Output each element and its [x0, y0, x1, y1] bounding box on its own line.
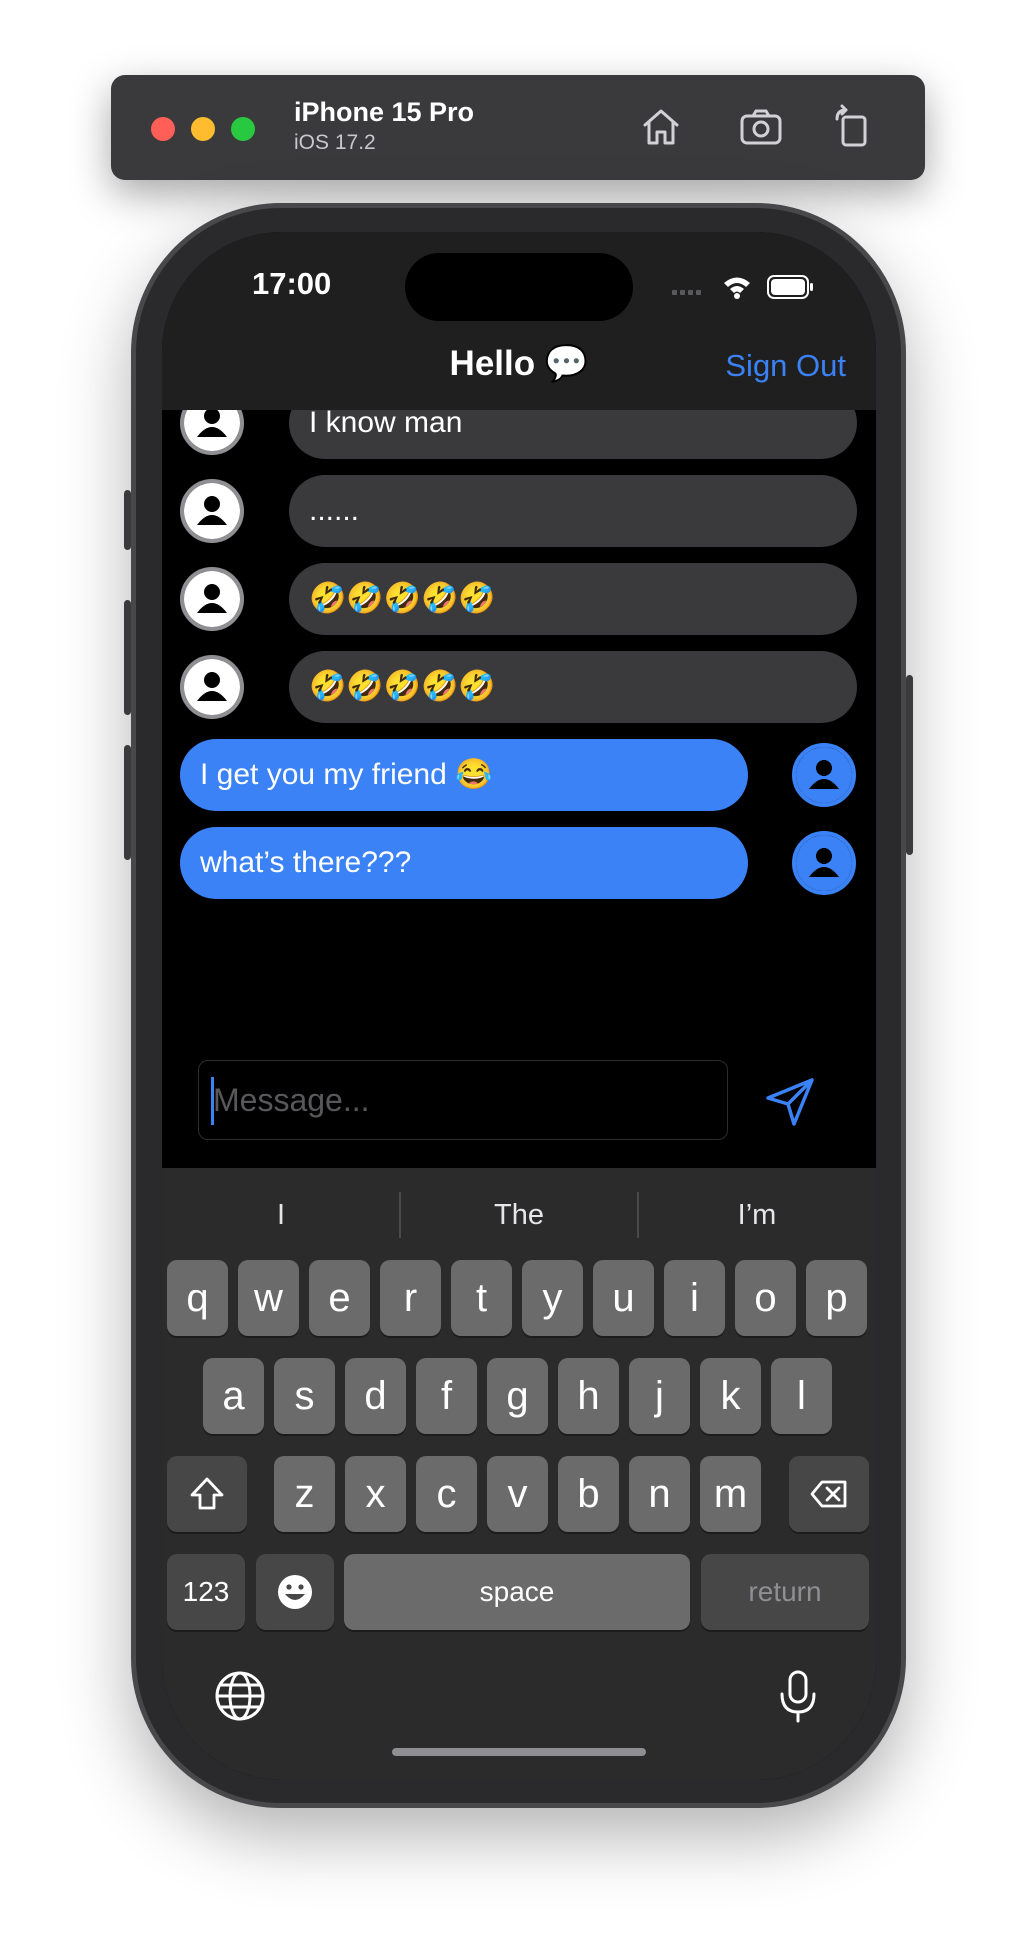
message-bubble[interactable]: I know man	[289, 410, 857, 459]
key-t[interactable]: t	[451, 1260, 512, 1336]
home-indicator[interactable]	[392, 1748, 646, 1756]
avatar-icon	[792, 743, 856, 807]
status-icons	[672, 275, 813, 299]
delete-icon	[810, 1480, 847, 1508]
key-s[interactable]: s	[274, 1358, 335, 1434]
message-list[interactable]: I know man ...... 🤣🤣🤣🤣🤣 🤣🤣🤣🤣🤣 I get you …	[162, 410, 876, 1055]
numbers-key[interactable]: 123	[167, 1554, 245, 1630]
key-k[interactable]: k	[700, 1358, 761, 1434]
simulator-toolbar: iPhone 15 Pro iOS 17.2	[111, 75, 925, 180]
minimize-window-button[interactable]	[191, 117, 215, 141]
paper-plane-icon[interactable]	[762, 1072, 818, 1128]
avatar-icon	[180, 479, 244, 543]
signal-icon	[672, 290, 701, 295]
key-j[interactable]: j	[629, 1358, 690, 1434]
message-input[interactable]: Message...	[198, 1060, 728, 1140]
status-time: 17:00	[252, 266, 332, 301]
close-window-button[interactable]	[151, 117, 175, 141]
navigation-bar: 17:00 Hello 💬 Sign Out	[162, 232, 876, 410]
screenshot-icon[interactable]	[737, 103, 785, 151]
message-bubble[interactable]: 🤣🤣🤣🤣🤣	[289, 563, 857, 635]
message-bubble[interactable]: ......	[289, 475, 857, 547]
globe-icon[interactable]	[212, 1668, 268, 1724]
return-key[interactable]: return	[701, 1554, 869, 1630]
wifi-icon	[724, 277, 750, 299]
message-bubble[interactable]: I get you my friend 😂	[180, 739, 748, 811]
key-g[interactable]: g	[487, 1358, 548, 1434]
avatar-icon	[180, 410, 244, 455]
message-row: 🤣🤣🤣🤣🤣	[162, 651, 876, 723]
avatar-icon	[792, 831, 856, 895]
device-name: iPhone 15 Pro	[294, 97, 475, 127]
key-c[interactable]: c	[416, 1456, 477, 1532]
microphone-icon[interactable]	[770, 1668, 826, 1724]
message-row: I know man	[162, 410, 876, 459]
zoom-window-button[interactable]	[231, 117, 255, 141]
key-u[interactable]: u	[593, 1260, 654, 1336]
dynamic-island	[405, 253, 633, 321]
rotate-icon[interactable]	[829, 103, 877, 151]
volume-down-button[interactable]	[124, 745, 131, 860]
avatar-icon	[180, 655, 244, 719]
space-key[interactable]: space	[344, 1554, 690, 1630]
battery-icon	[767, 275, 813, 299]
key-v[interactable]: v	[487, 1456, 548, 1532]
key-f[interactable]: f	[416, 1358, 477, 1434]
key-a[interactable]: a	[203, 1358, 264, 1434]
message-row: ......	[162, 475, 876, 547]
suggestion-3[interactable]: I’m	[638, 1180, 876, 1250]
os-version: iOS 17.2	[294, 131, 376, 154]
software-keyboard: I The I’m q w e r t y u i o p a s d f g …	[162, 1168, 876, 1780]
action-button[interactable]	[124, 490, 131, 550]
key-r[interactable]: r	[380, 1260, 441, 1336]
shift-icon	[190, 1477, 224, 1510]
page-title-text: Hello	[449, 344, 536, 383]
key-b[interactable]: b	[558, 1456, 619, 1532]
delete-key[interactable]	[789, 1456, 869, 1532]
shift-key[interactable]	[167, 1456, 247, 1532]
power-button[interactable]	[906, 675, 913, 855]
chat-bubble-emoji: 💬	[544, 344, 589, 383]
emoji-icon	[278, 1575, 312, 1609]
suggestion-2[interactable]: The	[400, 1180, 638, 1250]
key-q[interactable]: q	[167, 1260, 228, 1336]
key-e[interactable]: e	[309, 1260, 370, 1336]
message-bubble[interactable]: 🤣🤣🤣🤣🤣	[289, 651, 857, 723]
key-w[interactable]: w	[238, 1260, 299, 1336]
message-row: what’s there???	[162, 827, 876, 899]
message-bubble[interactable]: what’s there???	[180, 827, 748, 899]
key-i[interactable]: i	[664, 1260, 725, 1336]
sign-out-button[interactable]: Sign Out	[725, 348, 846, 384]
emoji-key[interactable]	[256, 1554, 334, 1630]
key-m[interactable]: m	[700, 1456, 761, 1532]
message-row: 🤣🤣🤣🤣🤣	[162, 563, 876, 635]
key-d[interactable]: d	[345, 1358, 406, 1434]
key-o[interactable]: o	[735, 1260, 796, 1336]
home-icon[interactable]	[637, 103, 685, 151]
message-input-placeholder: Message...	[213, 1082, 370, 1118]
key-p[interactable]: p	[806, 1260, 867, 1336]
key-x[interactable]: x	[345, 1456, 406, 1532]
key-z[interactable]: z	[274, 1456, 335, 1532]
key-h[interactable]: h	[558, 1358, 619, 1434]
key-y[interactable]: y	[522, 1260, 583, 1336]
volume-up-button[interactable]	[124, 600, 131, 715]
key-n[interactable]: n	[629, 1456, 690, 1532]
key-l[interactable]: l	[771, 1358, 832, 1434]
message-row: I get you my friend 😂	[162, 739, 876, 811]
phone-screen: 17:00 Hello 💬 Sign Out I know man ......…	[162, 232, 876, 1780]
avatar-icon	[180, 567, 244, 631]
suggestion-1[interactable]: I	[162, 1180, 400, 1250]
